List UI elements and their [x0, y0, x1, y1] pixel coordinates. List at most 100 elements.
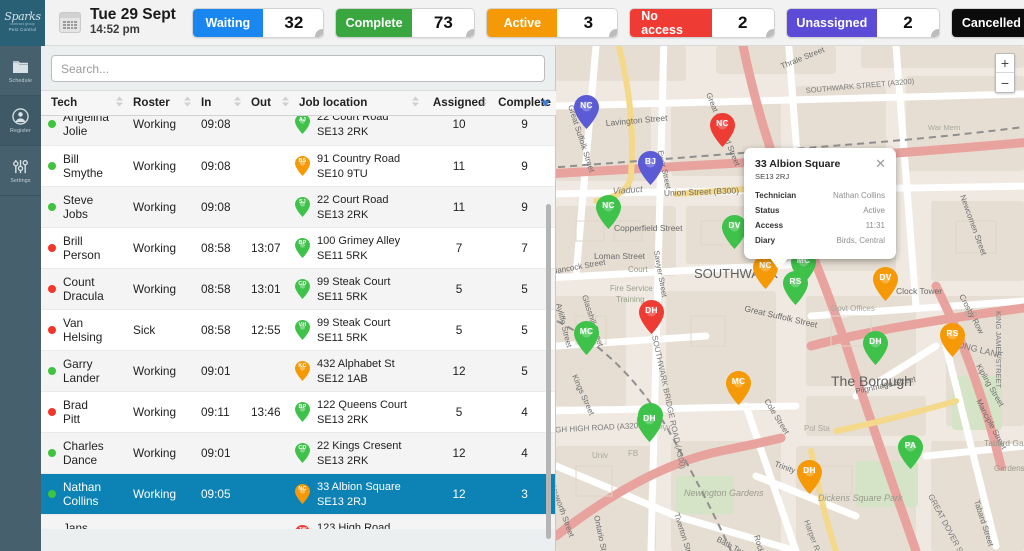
map-marker-bj[interactable]: BJ [638, 151, 663, 185]
sort-arrow-icon[interactable] [480, 96, 487, 110]
status-pill-complete[interactable]: Complete73✓ [334, 7, 476, 38]
map-marker-pa[interactable]: PA [898, 435, 923, 469]
map-marker-nc[interactable]: NC [574, 95, 599, 129]
map-marker-mc[interactable]: MC [726, 371, 751, 405]
table-body-scroll-area[interactable]: Angelina Jolie Working 09:08 AJ 22 Court Road… [41, 116, 555, 529]
table-row[interactable]: Count Dracula Working 08:58 13:01 CD 99 Steak … [41, 268, 555, 310]
popup-detail-value: Birds, Central [836, 236, 885, 245]
status-pill-unassigned[interactable]: Unassigned2✓ [785, 7, 941, 38]
cell-roster: Working [129, 350, 197, 392]
sort-arrow-icon[interactable] [184, 96, 191, 110]
job-address-line1: 100 Grimey Alley [317, 234, 401, 247]
sort-arrow-icon[interactable] [116, 96, 123, 110]
column-header-in[interactable]: In [197, 91, 247, 115]
status-pill-active[interactable]: Active3✓ [486, 7, 619, 38]
table-vertical-scrollbar[interactable] [546, 204, 551, 539]
marker-initials: RS [946, 328, 959, 338]
sort-arrow-icon[interactable] [282, 96, 289, 110]
cell-complete: 9 [493, 145, 555, 187]
marker-initials: MC [579, 326, 594, 336]
column-header-job-location[interactable]: Job location [295, 91, 425, 115]
status-pill-value: 2 [711, 8, 774, 37]
cell-in: 09:08 [197, 145, 247, 187]
cell-roster: Working [129, 268, 197, 310]
pin-initials: CD [298, 281, 307, 287]
map-marker-dh[interactable]: DH [637, 408, 662, 442]
column-header-tech[interactable]: Tech [41, 91, 129, 115]
pin-initials: BP [298, 404, 307, 410]
job-address-line1: 99 Steak Court [317, 275, 391, 288]
map-marker-rs[interactable]: RS [940, 323, 965, 357]
map-marker-dh[interactable]: DH [797, 460, 822, 494]
cell-tech: Brill Person [41, 227, 129, 269]
table-row[interactable]: JansWilderWorking09:02JW123 High RoadSE1… [41, 514, 555, 529]
zoom-in-button[interactable]: + [996, 54, 1014, 73]
tech-name: Nathan Collins [63, 479, 102, 508]
map-marker-nc[interactable]: NC [710, 113, 735, 147]
cell-tech: Bill Smythe [41, 145, 129, 187]
status-pill-value: 73 [412, 8, 475, 37]
search-input[interactable] [51, 55, 545, 82]
table-row[interactable]: Van Helsing Sick 08:58 12:55 VH 99 Steak Court… [41, 309, 555, 351]
map-pin-icon: CD [295, 442, 310, 463]
status-dot-icon [48, 202, 56, 211]
table-row[interactable]: Nathan Collins Working 09:05 NC 33 Albion Squ… [41, 473, 555, 515]
map-marker-mc[interactable]: MC [574, 321, 599, 355]
job-address-line1: 22 Court Road [317, 193, 389, 206]
table-row[interactable]: Brad Pitt Working 09:11 13:46 BP 122 Queens Co… [41, 391, 555, 433]
popup-detail-value: Active [863, 206, 885, 215]
column-header-roster[interactable]: Roster [129, 91, 197, 115]
status-pill-no-access[interactable]: No access2✓ [629, 7, 775, 38]
column-header-out[interactable]: Out [247, 91, 295, 115]
cell-roster: Working [129, 116, 197, 146]
marker-initials: DH [803, 465, 816, 475]
cell-out: 12:55 [247, 309, 295, 351]
map-zoom-controls[interactable]: + − [995, 53, 1015, 93]
column-header-assigned[interactable]: Assigned [425, 91, 493, 115]
table-row[interactable]: Steve Jobs Working 09:08 SJ 22 Court Road SE13… [41, 186, 555, 228]
time-label: 14:52 pm [90, 24, 140, 36]
table-row[interactable]: Bill Smythe Working 09:08 BS 91 Country Road S… [41, 145, 555, 187]
sidebar-item-settings[interactable]: Settings [0, 146, 41, 196]
cell-roster: Working [129, 145, 197, 187]
sort-arrow-active-icon[interactable] [541, 97, 550, 110]
map-marker-dh[interactable]: DH [863, 331, 888, 365]
table-row[interactable]: Garry Lander Working 09:01 KC 432 Alphabet St… [41, 350, 555, 392]
map-street-label: Sch [964, 309, 977, 318]
map-marker-rs[interactable]: RS [783, 271, 808, 305]
cell-out [247, 432, 295, 474]
sidebar-item-register[interactable]: Register [0, 96, 41, 146]
date-display[interactable]: Tue 29 Sept 14:52 pm [59, 7, 176, 38]
map-info-popup[interactable]: ✕ 33 Albion Square SE13 2RJ Technician Na… [744, 148, 896, 270]
map-marker-nc[interactable]: NC [596, 195, 621, 229]
map-marker-dv[interactable]: DV [873, 267, 898, 301]
sort-arrow-icon[interactable] [412, 96, 419, 110]
app-logo[interactable]: Sparks contract group Pest Control [0, 0, 45, 46]
job-map[interactable]: Lavington Street Great Suffolk Street Ewer… [556, 46, 1024, 551]
marker-initials: DH [869, 336, 882, 346]
table-row[interactable]: Charles Dance Working 09:01 CD 22 Kings Crese… [41, 432, 555, 474]
cell-roster: Sick [129, 309, 197, 351]
sort-arrow-icon[interactable] [234, 96, 241, 110]
zoom-out-button[interactable]: − [996, 73, 1014, 92]
cell-job-location: CD 22 Kings Cresent SE13 2RK [295, 432, 425, 474]
sidebar-item-schedule[interactable]: Schedule [0, 46, 41, 96]
pin-initials: VH [298, 322, 307, 328]
map-marker-dh[interactable]: DH [639, 300, 664, 334]
close-icon[interactable]: ✕ [875, 157, 886, 170]
map-street-label: War Mem [928, 123, 960, 132]
job-address-line2: SE12 1AB [317, 372, 368, 385]
cell-job-location: AJ 22 Court Road SE13 2RK [295, 116, 425, 146]
column-header-complete[interactable]: Complete [493, 91, 556, 115]
cell-out [247, 514, 295, 529]
marker-initials: PA [904, 440, 917, 450]
cell-out: 13:46 [247, 391, 295, 433]
top-header-bar: Sparks contract group Pest Control Tue 2… [0, 0, 1024, 46]
table-row[interactable]: Angelina Jolie Working 09:08 AJ 22 Court Road… [41, 116, 555, 146]
table-row[interactable]: Brill Person Working 08:58 13:07 BP 100 Grimey… [41, 227, 555, 269]
map-street-label: Clock Tower [896, 286, 942, 296]
status-pill-waiting[interactable]: Waiting32✓ [191, 7, 324, 38]
job-address-line1: 22 Kings Cresent [317, 439, 402, 452]
status-pill-cancelled[interactable]: Cancelled0✓ [951, 7, 1024, 38]
map-street-label: FB [628, 449, 638, 458]
